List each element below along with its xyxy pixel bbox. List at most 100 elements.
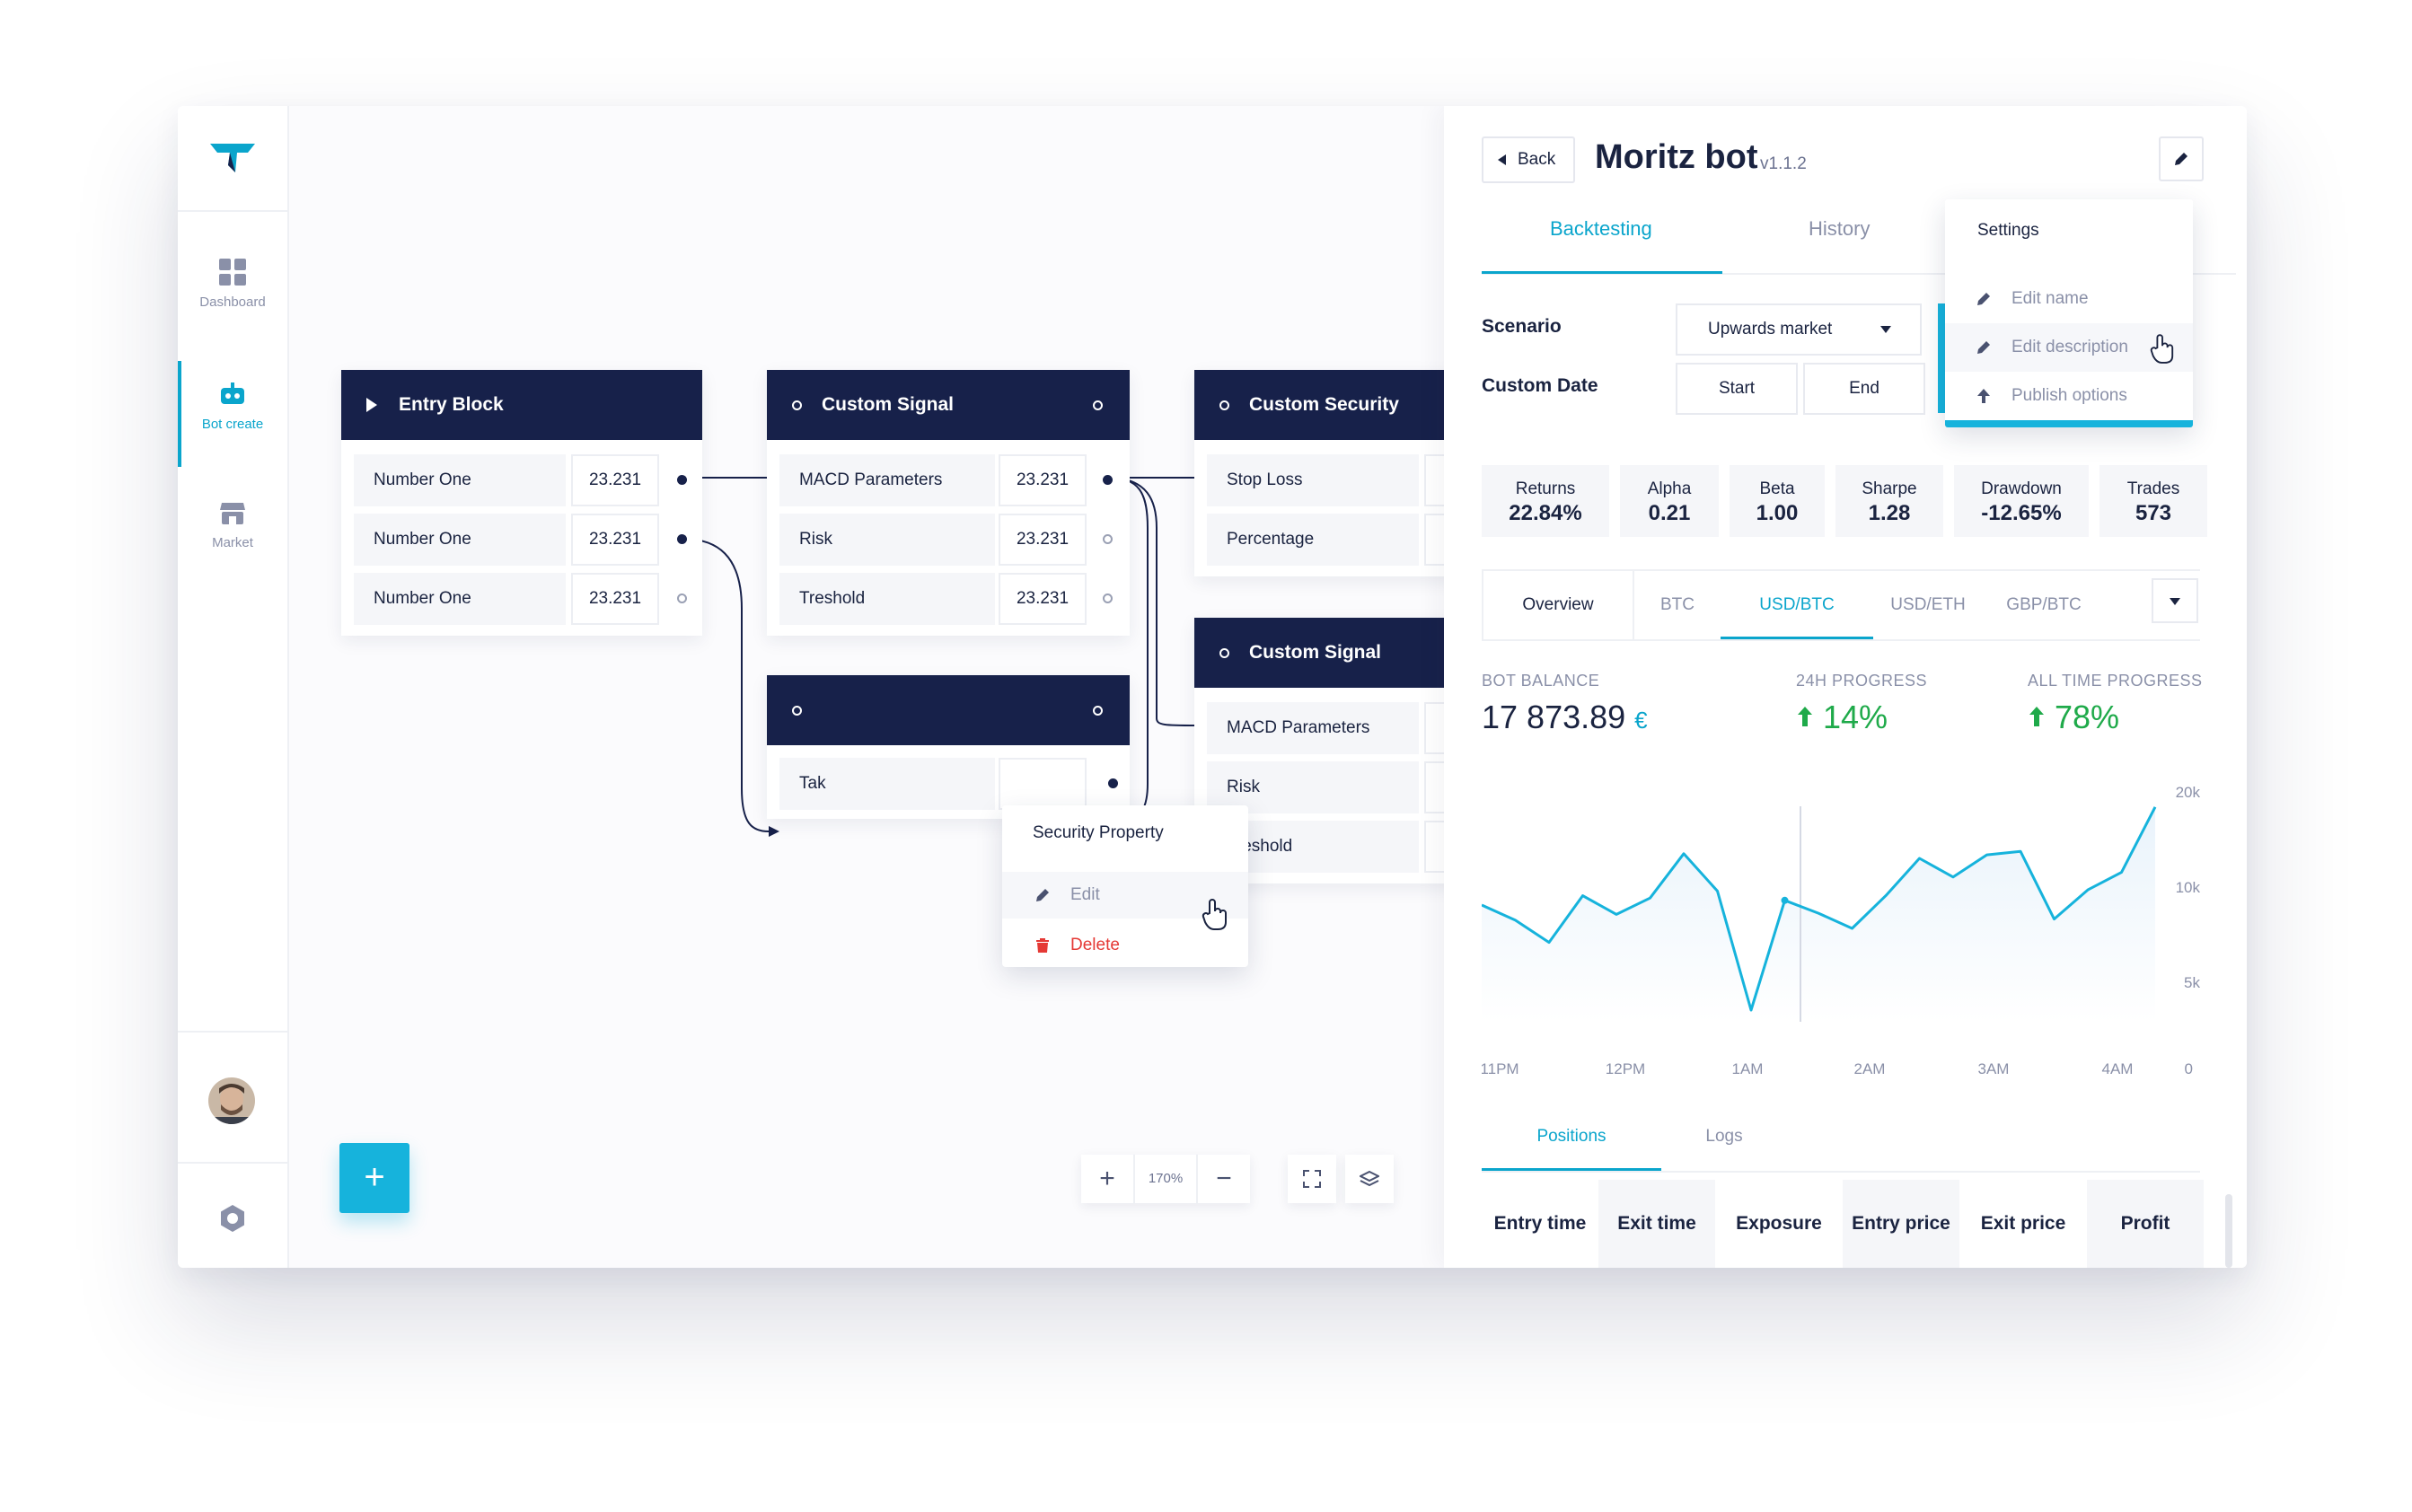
custom-signal-node[interactable]: Custom Signal MACD Parameters 23.231 Ris… xyxy=(767,370,1130,636)
output-port-icon xyxy=(1093,400,1103,410)
back-button[interactable]: Back xyxy=(1482,136,1575,183)
node-title: Custom Security xyxy=(1249,394,1399,415)
row-label: MACD Parameters xyxy=(779,454,995,506)
end-date-button[interactable]: End xyxy=(1803,363,1925,415)
custom-signal-header[interactable]: Custom Signal xyxy=(1194,618,1464,688)
progress-24h-value: 14% xyxy=(1796,699,1888,736)
edit-name-item[interactable]: Edit name xyxy=(1945,275,2193,323)
row-label: Risk xyxy=(779,514,995,566)
stat-beta: Beta 1.00 xyxy=(1730,465,1825,537)
col-entry-price[interactable]: Entry price xyxy=(1843,1180,1959,1268)
alltime-progress-label: ALL TIME PROGRESS xyxy=(2028,672,2203,690)
pencil-icon xyxy=(1977,293,1990,305)
tab-btc[interactable]: BTC xyxy=(1634,571,1721,639)
col-exposure[interactable]: Exposure xyxy=(1715,1180,1843,1268)
security-node-header[interactable] xyxy=(767,675,1130,745)
context-edit-label: Edit xyxy=(1070,885,1100,904)
start-date-button[interactable]: Start xyxy=(1676,363,1798,415)
pair-tabs-bottom-border xyxy=(1482,639,2200,641)
custom-signal-header[interactable]: Custom Signal xyxy=(767,370,1130,440)
menu-item-label: Edit description xyxy=(2011,338,2128,356)
col-profit[interactable]: Profit xyxy=(2087,1180,2204,1268)
row-value-input[interactable]: 23.231 xyxy=(571,573,659,625)
trash-icon xyxy=(1036,938,1049,953)
tab-overview[interactable]: Overview xyxy=(1482,571,1634,639)
arrow-up-icon xyxy=(2029,707,2044,726)
chart-hover-point xyxy=(1781,896,1789,904)
node-title: Custom Signal xyxy=(1249,642,1382,663)
stat-trades: Trades 573 xyxy=(2099,465,2207,537)
bottom-tabs-border xyxy=(1482,1171,2200,1173)
output-port[interactable] xyxy=(677,593,687,603)
active-tab-indicator xyxy=(1482,271,1722,274)
x-tick-label: 12PM xyxy=(1606,1060,1645,1077)
stat-label: Returns xyxy=(1515,479,1576,498)
col-exit-price[interactable]: Exit price xyxy=(1959,1180,2087,1268)
more-tabs-dropdown[interactable] xyxy=(2152,578,2198,623)
row-label: Number One xyxy=(354,573,566,625)
arrow-up-icon xyxy=(1977,389,1990,403)
node-title: Entry Block xyxy=(399,394,504,415)
stat-label: Trades xyxy=(2126,479,2180,498)
tab-usd-btc[interactable]: USD/BTC xyxy=(1721,571,1873,639)
output-port[interactable] xyxy=(1108,778,1118,788)
add-node-button[interactable]: + xyxy=(339,1143,409,1213)
stat-value: 1.28 xyxy=(1868,501,1911,525)
tab-history[interactable]: History xyxy=(1809,217,1870,241)
layers-button[interactable] xyxy=(1345,1155,1394,1203)
tab-gbp-btc[interactable]: GBP/BTC xyxy=(1983,571,2105,639)
tab-positions[interactable]: Positions xyxy=(1482,1103,1661,1171)
security-context-menu: Security Property Edit Delete xyxy=(1002,805,1248,967)
node-row: Number One 23.231 xyxy=(341,573,702,625)
security-node[interactable]: Tak xyxy=(767,675,1130,819)
row-value-input[interactable]: 23.231 xyxy=(999,573,1087,625)
alltime-progress-amount: 78% xyxy=(2055,699,2120,735)
row-label: Treshold xyxy=(779,573,995,625)
fullscreen-button[interactable] xyxy=(1288,1155,1336,1203)
node-row: Number One 23.231 xyxy=(341,454,702,506)
output-port[interactable] xyxy=(1103,534,1113,544)
col-entry-time[interactable]: Entry time xyxy=(1482,1180,1598,1268)
entry-block-node[interactable]: Entry Block Number One 23.231 Number One… xyxy=(341,370,702,636)
publish-options-item[interactable]: Publish options xyxy=(1945,372,2193,420)
row-value-input[interactable]: 23.231 xyxy=(571,454,659,506)
input-port-icon xyxy=(1219,400,1229,410)
x-tick-label: 3AM xyxy=(1978,1060,2010,1077)
tab-backtesting[interactable]: Backtesting xyxy=(1550,217,1652,241)
edit-bot-button[interactable] xyxy=(2159,136,2204,181)
tab-usd-eth[interactable]: USD/ETH xyxy=(1873,571,1983,639)
stat-value: 1.00 xyxy=(1756,501,1799,525)
node-row: Percentage xyxy=(1194,514,1512,566)
stat-value: 0.21 xyxy=(1648,501,1691,525)
stat-value: -12.65% xyxy=(1981,501,2062,525)
settings-menu-accent xyxy=(1938,303,1945,413)
output-port[interactable] xyxy=(1103,475,1113,485)
col-exit-time[interactable]: Exit time xyxy=(1598,1180,1715,1268)
custom-security-header[interactable]: Custom Security xyxy=(1194,370,1464,440)
custom-security-node[interactable]: Custom Security Stop Loss Percentage xyxy=(1194,370,1512,576)
scenario-select[interactable]: Upwards market xyxy=(1676,303,1922,356)
table-scrollbar[interactable] xyxy=(2225,1194,2232,1268)
node-row: Number One 23.231 xyxy=(341,514,702,566)
zoom-out-button[interactable]: − xyxy=(1198,1155,1250,1203)
layers-icon xyxy=(1360,1170,1379,1187)
x-tick-label: 11PM xyxy=(1482,1060,1519,1077)
row-value-input[interactable] xyxy=(999,758,1087,810)
row-value-input[interactable]: 23.231 xyxy=(999,454,1087,506)
zoom-in-button[interactable]: + xyxy=(1081,1155,1133,1203)
stat-returns: Returns 22.84% xyxy=(1482,465,1609,537)
entry-block-header[interactable]: Entry Block xyxy=(341,370,702,440)
layers-control xyxy=(1345,1155,1394,1203)
stat-alpha: Alpha 0.21 xyxy=(1620,465,1719,537)
input-port-icon xyxy=(792,400,802,410)
output-port[interactable] xyxy=(677,534,687,544)
settings-dropdown: Settings Edit name Edit description Publ… xyxy=(1945,199,2193,427)
output-port[interactable] xyxy=(677,475,687,485)
output-port-icon xyxy=(1093,705,1103,716)
row-value-input[interactable]: 23.231 xyxy=(571,514,659,566)
x-tick-label: 1AM xyxy=(1732,1060,1764,1077)
node-title: Custom Signal xyxy=(822,394,955,415)
tab-logs[interactable]: Logs xyxy=(1661,1103,1787,1171)
output-port[interactable] xyxy=(1103,593,1113,603)
row-value-input[interactable]: 23.231 xyxy=(999,514,1087,566)
